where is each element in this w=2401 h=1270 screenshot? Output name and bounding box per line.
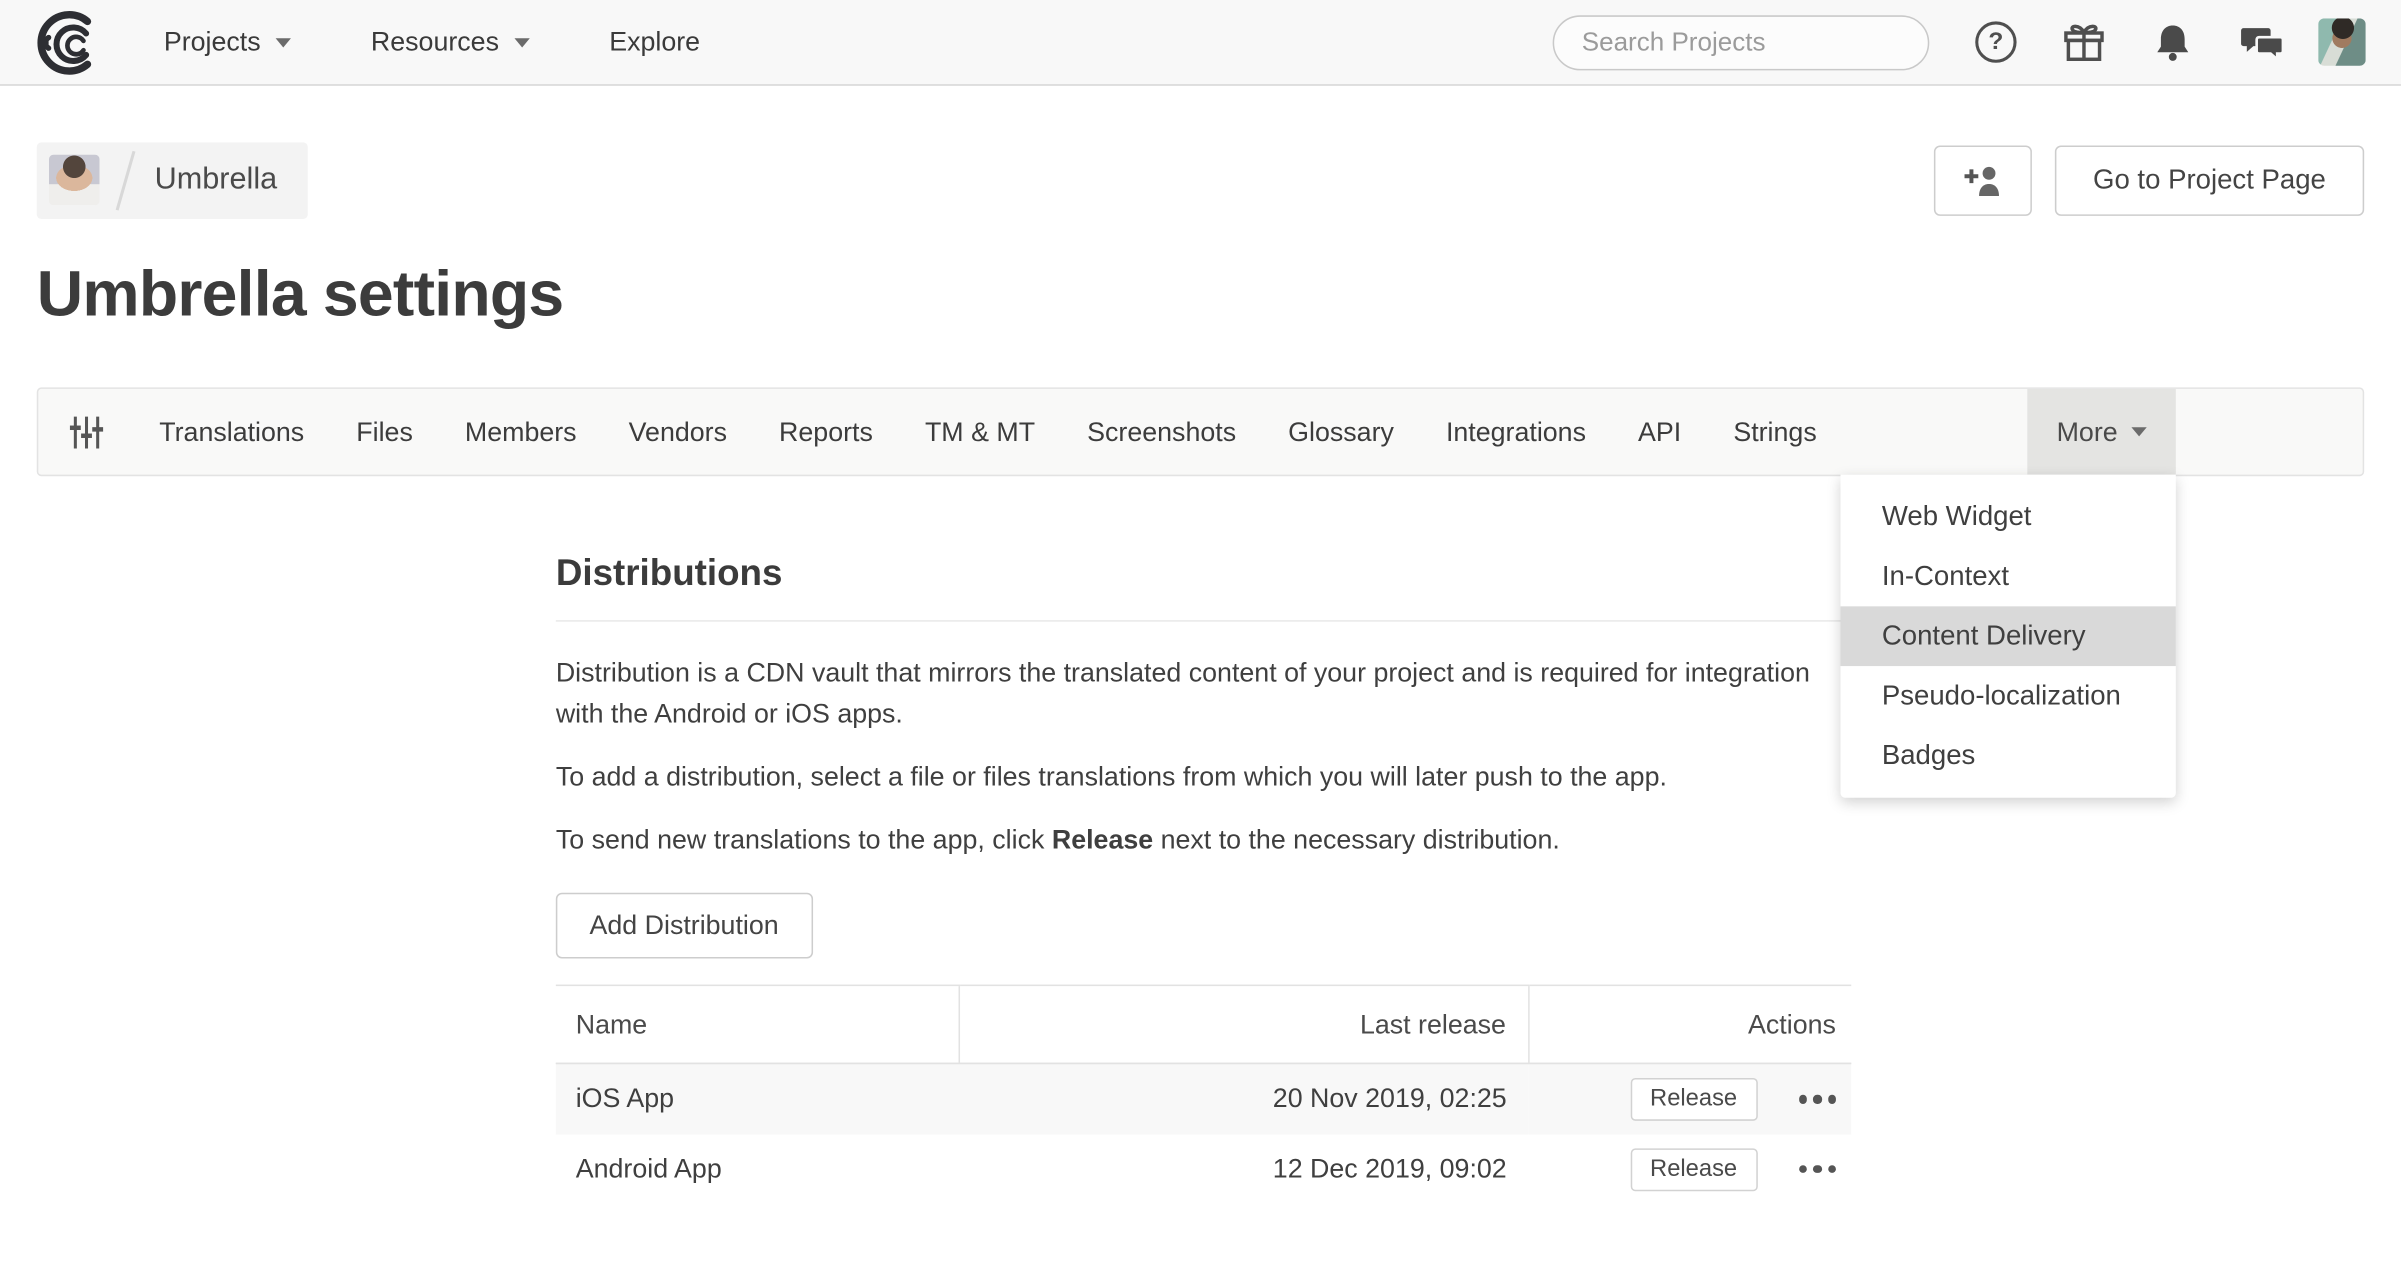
chevron-down-icon bbox=[276, 38, 291, 47]
tab-general-settings[interactable] bbox=[38, 413, 133, 451]
add-person-icon bbox=[1963, 163, 2003, 197]
menu-item-badges[interactable]: Badges bbox=[1841, 726, 2176, 786]
nav-menu-projects[interactable]: Projects bbox=[164, 26, 291, 58]
table-header-row: Name Last release Actions bbox=[556, 985, 1851, 1063]
more-actions-icon[interactable] bbox=[1798, 1089, 1836, 1110]
paragraph-3-text: To send new translations to the app, cli… bbox=[556, 824, 1052, 855]
tab-translations[interactable]: Translations bbox=[133, 416, 330, 448]
tab-integrations[interactable]: Integrations bbox=[1420, 416, 1612, 448]
nav-menu-projects-label: Projects bbox=[164, 26, 261, 58]
section-heading: Distributions bbox=[556, 553, 1851, 622]
tab-strings[interactable]: Strings bbox=[1707, 416, 1842, 448]
tab-more-label: More bbox=[2057, 416, 2118, 448]
help-button[interactable] bbox=[1975, 21, 2016, 62]
distributions-table: Name Last release Actions iOS App 20 Nov… bbox=[556, 985, 1851, 1205]
distribution-actions: Release bbox=[1528, 1134, 1851, 1204]
menu-item-web-widget[interactable]: Web Widget bbox=[1841, 487, 2176, 547]
more-menu-wrap: More Web Widget In-Context Content Deliv… bbox=[2028, 389, 2176, 475]
column-header-actions: Actions bbox=[1528, 985, 1851, 1063]
go-to-project-page-button[interactable]: Go to Project Page bbox=[2055, 145, 2364, 215]
distribution-name: Android App bbox=[556, 1134, 959, 1204]
tab-api[interactable]: API bbox=[1612, 416, 1707, 448]
settings-tabbar: Translations Files Members Vendors Repor… bbox=[37, 387, 2364, 476]
crowdin-logo[interactable] bbox=[35, 10, 99, 74]
navbar-icon-group bbox=[1975, 19, 2284, 65]
add-distribution-label: Add Distribution bbox=[590, 910, 779, 942]
nav-menu-resources[interactable]: Resources bbox=[371, 26, 530, 58]
release-button[interactable]: Release bbox=[1630, 1148, 1757, 1191]
chevron-down-icon bbox=[514, 38, 529, 47]
more-actions-icon[interactable] bbox=[1798, 1159, 1836, 1180]
project-owner-avatar bbox=[49, 155, 100, 206]
breadcrumb-project-name: Umbrella bbox=[155, 162, 278, 197]
paragraph-3-bold: Release bbox=[1052, 824, 1153, 855]
table-row: Android App 12 Dec 2019, 09:02 Release bbox=[556, 1134, 1851, 1204]
more-dropdown-menu: Web Widget In-Context Content Delivery P… bbox=[1841, 475, 2176, 798]
tab-vendors[interactable]: Vendors bbox=[603, 416, 753, 448]
distribution-name: iOS App bbox=[556, 1063, 959, 1133]
tab-glossary[interactable]: Glossary bbox=[1262, 416, 1420, 448]
crowdin-logo-icon bbox=[35, 10, 99, 74]
distribution-last-release: 20 Nov 2019, 02:25 bbox=[959, 1063, 1529, 1133]
distribution-actions: Release bbox=[1528, 1063, 1851, 1133]
chat-icon bbox=[2239, 19, 2285, 65]
sliders-icon bbox=[67, 413, 105, 451]
menu-item-in-context[interactable]: In-Context bbox=[1841, 547, 2176, 607]
header-row: Umbrella Go to Project Page bbox=[37, 144, 2364, 216]
notifications-button[interactable] bbox=[2151, 21, 2194, 64]
distribution-last-release: 12 Dec 2019, 09:02 bbox=[959, 1134, 1529, 1204]
tab-more[interactable]: More bbox=[2028, 389, 2176, 475]
gifts-button[interactable] bbox=[2061, 19, 2107, 65]
description-paragraph-1: Distribution is a CDN vault that mirrors… bbox=[556, 652, 1851, 735]
tab-screenshots[interactable]: Screenshots bbox=[1061, 416, 1262, 448]
description-paragraph-3: To send new translations to the app, cli… bbox=[556, 819, 1851, 860]
chevron-down-icon bbox=[2131, 427, 2146, 436]
column-header-name: Name bbox=[556, 985, 959, 1063]
column-header-last-release: Last release bbox=[959, 985, 1529, 1063]
nav-menu-resources-label: Resources bbox=[371, 26, 499, 58]
table-row: iOS App 20 Nov 2019, 02:25 Release bbox=[556, 1063, 1851, 1133]
header-buttons: Go to Project Page bbox=[1934, 145, 2364, 215]
description-paragraph-2: To add a distribution, select a file or … bbox=[556, 756, 1851, 797]
breadcrumb-separator bbox=[116, 150, 136, 210]
nav-menu-explore[interactable]: Explore bbox=[609, 26, 700, 58]
user-avatar[interactable] bbox=[2318, 18, 2365, 65]
bell-icon bbox=[2151, 21, 2194, 64]
help-icon bbox=[1975, 21, 2016, 62]
nav-menu-explore-label: Explore bbox=[609, 26, 700, 58]
project-search bbox=[1553, 15, 1930, 70]
messages-button[interactable] bbox=[2239, 19, 2285, 65]
menu-item-pseudo-localization[interactable]: Pseudo-localization bbox=[1841, 666, 2176, 726]
tab-members[interactable]: Members bbox=[439, 416, 603, 448]
paragraph-3-text: next to the necessary distribution. bbox=[1153, 824, 1560, 855]
add-distribution-button[interactable]: Add Distribution bbox=[556, 893, 813, 959]
top-navbar: Projects Resources Explore bbox=[0, 0, 2401, 86]
invite-member-button[interactable] bbox=[1934, 145, 2032, 215]
tab-files[interactable]: Files bbox=[330, 416, 439, 448]
menu-item-content-delivery[interactable]: Content Delivery bbox=[1841, 606, 2176, 666]
tab-tm-mt[interactable]: TM & MT bbox=[899, 416, 1061, 448]
tab-reports[interactable]: Reports bbox=[753, 416, 899, 448]
release-button[interactable]: Release bbox=[1630, 1078, 1757, 1121]
search-input[interactable] bbox=[1582, 27, 1920, 58]
breadcrumb[interactable]: Umbrella bbox=[37, 142, 308, 219]
distributions-section: Distributions Distribution is a CDN vaul… bbox=[556, 553, 1851, 1205]
go-to-project-page-label: Go to Project Page bbox=[2093, 164, 2326, 196]
gift-icon bbox=[2061, 19, 2107, 65]
page-title: Umbrella settings bbox=[37, 257, 2364, 330]
